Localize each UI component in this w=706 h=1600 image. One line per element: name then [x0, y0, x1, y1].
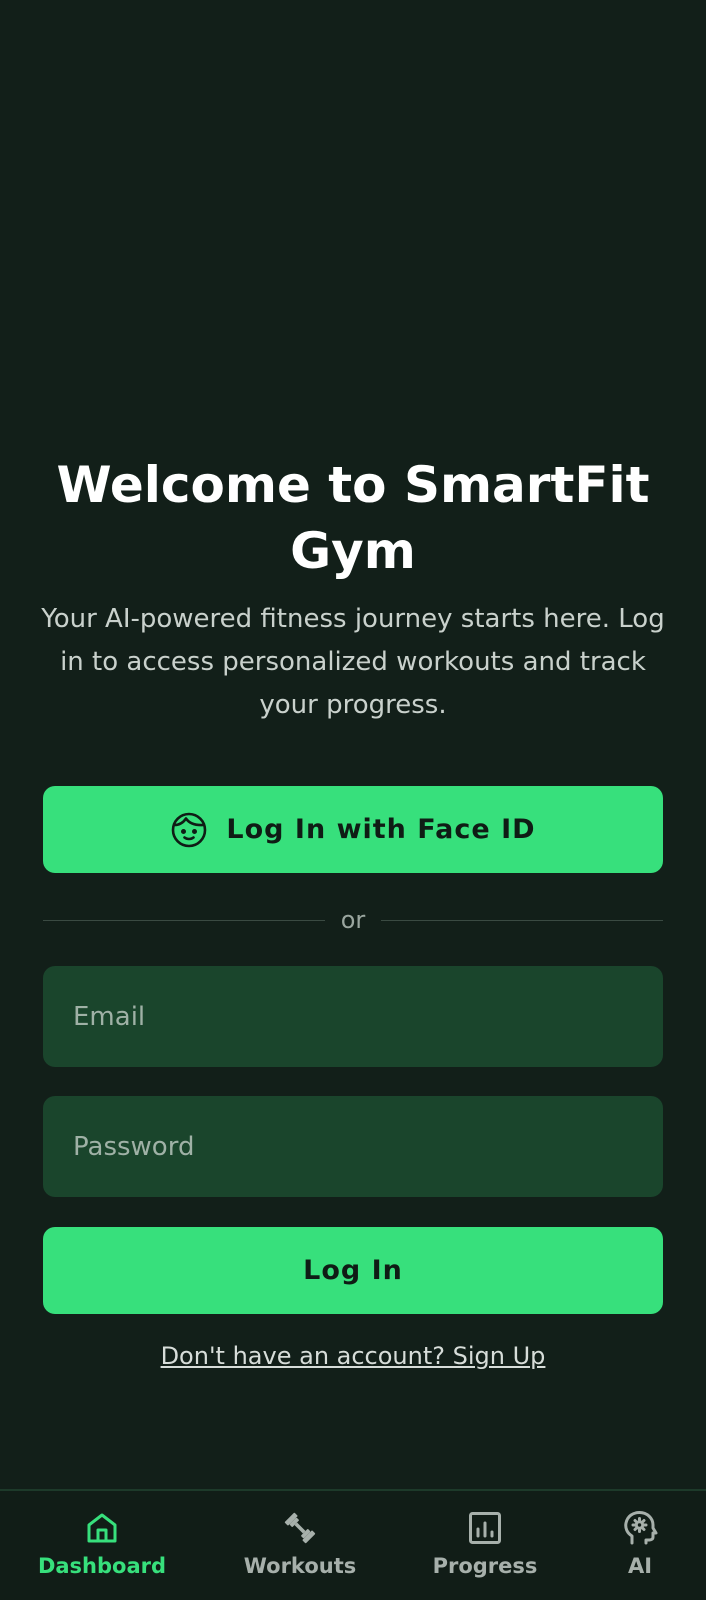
- divider-label: or: [340, 906, 366, 934]
- face-id-login-label: Log In with Face ID: [226, 814, 536, 845]
- page-title: Welcome to SmartFit Gym: [56, 456, 650, 580]
- nav-item-ai[interactable]: AI: [600, 1491, 680, 1600]
- divider-line-left: [43, 919, 325, 921]
- nav-label-progress: Progress: [432, 1554, 538, 1578]
- nav-label-workouts: Workouts: [243, 1554, 357, 1578]
- login-button[interactable]: Log In: [43, 1227, 663, 1314]
- dumbbell-icon: [280, 1508, 320, 1548]
- password-field[interactable]: [43, 1096, 663, 1197]
- bottom-nav: Dashboard Workouts Progress AI: [0, 1489, 706, 1600]
- ai-head-icon: [620, 1508, 660, 1548]
- login-screen: Welcome to SmartFit Gym Your AI-powered …: [0, 0, 706, 1600]
- or-divider: or: [43, 902, 663, 938]
- signup-link[interactable]: Don't have an account? Sign Up: [43, 1342, 663, 1370]
- divider-line-right: [381, 919, 663, 921]
- face-id-login-button[interactable]: Log In with Face ID: [43, 786, 663, 873]
- email-field[interactable]: [43, 966, 663, 1067]
- nav-item-progress[interactable]: Progress: [425, 1491, 545, 1600]
- chart-icon: [465, 1508, 505, 1548]
- page-subtitle: Your AI-powered fitness journey starts h…: [41, 604, 665, 720]
- home-icon: [82, 1508, 122, 1548]
- login-button-label: Log In: [303, 1255, 403, 1286]
- nav-item-workouts[interactable]: Workouts: [240, 1491, 360, 1600]
- nav-item-dashboard[interactable]: Dashboard: [32, 1491, 172, 1600]
- nav-label-dashboard: Dashboard: [37, 1554, 167, 1578]
- nav-label-ai: AI: [627, 1554, 653, 1578]
- face-icon: [170, 811, 208, 849]
